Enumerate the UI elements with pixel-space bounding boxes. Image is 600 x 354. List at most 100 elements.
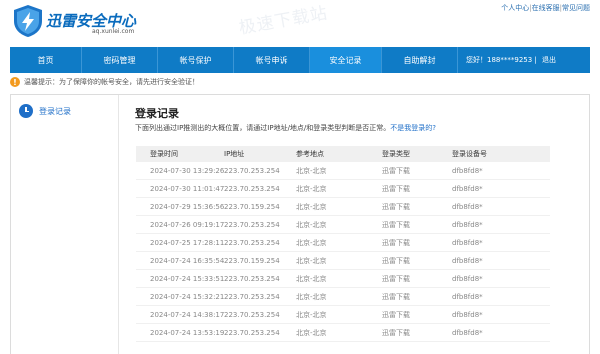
cell-time: 2024-07-30 13:29:26 <box>150 166 225 175</box>
logo-subtitle: aq.xunlei.com <box>92 28 135 35</box>
clock-icon <box>19 104 33 118</box>
not-me-link[interactable]: 不是我登录的? <box>390 124 436 132</box>
cell-device: dfb8fd8* <box>452 166 483 175</box>
cell-ip: 223.70.253.254 <box>224 274 280 283</box>
cell-time: 2024-07-25 17:28:11 <box>150 238 225 247</box>
column-header-type: 登录类型 <box>382 150 410 158</box>
cell-type: 迅雷下载 <box>382 202 410 211</box>
table-body: 2024-07-30 13:29:26 223.70.253.254 北京-北京 迅雷… <box>136 162 550 342</box>
user-greeting: 您好！188****9253 <box>466 56 533 64</box>
table-row: 2024-07-24 14:38:17 223.70.253.254 北京-北京 迅雷… <box>136 306 550 324</box>
cell-ip: 223.70.253.254 <box>224 184 280 193</box>
nav-item-account-appeal[interactable]: 帐号申诉 <box>234 47 310 73</box>
table-row: 2024-07-30 11:01:47 223.70.253.254 北京-北京 迅雷… <box>136 180 550 198</box>
table-row: 2024-07-24 16:35:54 223.70.159.254 北京-北京 迅雷… <box>136 252 550 270</box>
cell-location: 北京-北京 <box>296 256 327 265</box>
cell-time: 2024-07-26 09:19:17 <box>150 220 225 229</box>
watermark: 极速下载站 <box>237 3 330 39</box>
table-row: 2024-07-25 17:28:11 223.70.253.254 北京-北京 迅雷… <box>136 234 550 252</box>
nav-item-self-unblock[interactable]: 自助解封 <box>382 47 458 73</box>
cell-device: dfb8fd8* <box>452 184 483 193</box>
cell-device: dfb8fd8* <box>452 220 483 229</box>
table-row: 2024-07-24 15:32:21 223.70.253.254 北京-北京 迅雷… <box>136 288 550 306</box>
page-description: 下面列出通过IP推测出的大概位置，请通过IP地址/地点/和登录类型判断是否正常。… <box>135 123 575 133</box>
logo[interactable]: 迅雷安全中心 aq.xunlei.com <box>12 4 142 40</box>
cell-type: 迅雷下载 <box>382 220 410 229</box>
cell-type: 迅雷下载 <box>382 184 410 193</box>
main-content: 登录记录 下面列出通过IP推测出的大概位置，请通过IP地址/地点/和登录类型判断… <box>135 105 575 133</box>
table-row: 2024-07-26 09:19:17 223.70.253.254 北京-北京 迅雷… <box>136 216 550 234</box>
cell-location: 北京-北京 <box>296 274 327 283</box>
cell-type: 迅雷下载 <box>382 310 410 319</box>
cell-location: 北京-北京 <box>296 292 327 301</box>
top-link-online-service[interactable]: 在线客服 <box>532 4 560 12</box>
cell-ip: 223.70.253.254 <box>224 292 280 301</box>
top-links: 个人中心|在线客服|常见问题 <box>501 3 590 13</box>
thunder-logo-icon <box>14 5 42 37</box>
cell-type: 迅雷下载 <box>382 238 410 247</box>
table-row: 2024-07-24 15:33:51 223.70.253.254 北京-北京 迅雷… <box>136 270 550 288</box>
user-info: 您好！188****9253 | 退出 <box>458 47 590 73</box>
cell-location: 北京-北京 <box>296 184 327 193</box>
cell-ip: 223.70.253.254 <box>224 328 280 337</box>
cell-type: 迅雷下载 <box>382 274 410 283</box>
description-text: 下面列出通过IP推测出的大概位置，请通过IP地址/地点/和登录类型判断是否正常。 <box>135 124 391 132</box>
nav-item-security-records[interactable]: 安全记录 <box>310 47 382 73</box>
cell-location: 北京-北京 <box>296 238 327 247</box>
cell-device: dfb8fd8* <box>452 256 483 265</box>
notice-text: 温馨提示：为了保障你的帐号安全，请先进行安全验证！ <box>24 78 199 86</box>
login-records-table: 登录时间 IP地址 参考地点 登录类型 登录设备号 2024-07-30 13:… <box>136 146 550 342</box>
cell-ip: 223.70.253.254 <box>224 220 280 229</box>
nav-item-home[interactable]: 首页 <box>10 47 82 73</box>
sidebar: 登录记录 <box>11 95 119 354</box>
page-title: 登录记录 <box>135 107 179 120</box>
column-header-time: 登录时间 <box>150 150 178 158</box>
header: 迅雷安全中心 aq.xunlei.com 极速下载站 个人中心|在线客服|常见问… <box>0 0 600 46</box>
cell-type: 迅雷下载 <box>382 292 410 301</box>
column-header-location: 参考地点 <box>296 150 324 158</box>
cell-type: 迅雷下载 <box>382 166 410 175</box>
cell-ip: 223.70.253.254 <box>224 166 280 175</box>
sidebar-item-login-records[interactable]: 登录记录 <box>19 103 71 119</box>
nav-item-password[interactable]: 密码管理 <box>82 47 158 73</box>
cell-type: 迅雷下载 <box>382 256 410 265</box>
table-row: 2024-07-24 13:53:19 223.70.253.254 北京-北京 迅雷… <box>136 324 550 342</box>
cell-time: 2024-07-24 15:32:21 <box>150 292 225 301</box>
cell-device: dfb8fd8* <box>452 238 483 247</box>
sidebar-item-label: 登录记录 <box>39 106 71 116</box>
cell-location: 北京-北京 <box>296 310 327 319</box>
top-link-faq[interactable]: 常见问题 <box>562 4 590 12</box>
table-row: 2024-07-29 15:36:56 223.70.159.254 北京-北京 迅雷… <box>136 198 550 216</box>
cell-device: dfb8fd8* <box>452 328 483 337</box>
nav-item-account-protection[interactable]: 帐号保护 <box>158 47 234 73</box>
cell-device: dfb8fd8* <box>452 310 483 319</box>
logout-link[interactable]: 退出 <box>542 55 556 65</box>
cell-device: dfb8fd8* <box>452 202 483 211</box>
main-nav: 首页 密码管理 帐号保护 帐号申诉 安全记录 自助解封 您好！188****92… <box>10 47 590 73</box>
cell-location: 北京-北京 <box>296 166 327 175</box>
table-header: 登录时间 IP地址 参考地点 登录类型 登录设备号 <box>136 146 550 162</box>
cell-time: 2024-07-24 16:35:54 <box>150 256 225 265</box>
cell-ip: 223.70.253.254 <box>224 310 280 319</box>
cell-time: 2024-07-29 15:36:56 <box>150 202 225 211</box>
cell-device: dfb8fd8* <box>452 274 483 283</box>
table-row: 2024-07-30 13:29:26 223.70.253.254 北京-北京 迅雷… <box>136 162 550 180</box>
column-header-device: 登录设备号 <box>452 150 487 158</box>
warning-icon: ! <box>10 77 20 87</box>
cell-device: dfb8fd8* <box>452 292 483 301</box>
cell-time: 2024-07-24 13:53:19 <box>150 328 225 337</box>
user-separator: | <box>532 56 539 64</box>
cell-time: 2024-07-24 14:38:17 <box>150 310 225 319</box>
cell-time: 2024-07-30 11:01:47 <box>150 184 225 193</box>
cell-location: 北京-北京 <box>296 202 327 211</box>
cell-location: 北京-北京 <box>296 220 327 229</box>
cell-location: 北京-北京 <box>296 328 327 337</box>
notice-bar: ! 温馨提示：为了保障你的帐号安全，请先进行安全验证！ <box>10 76 199 88</box>
column-header-ip: IP地址 <box>224 150 245 158</box>
cell-time: 2024-07-24 15:33:51 <box>150 274 225 283</box>
cell-type: 迅雷下载 <box>382 328 410 337</box>
cell-ip: 223.70.253.254 <box>224 238 280 247</box>
top-link-personal-center[interactable]: 个人中心 <box>501 4 529 12</box>
cell-ip: 223.70.159.254 <box>224 202 280 211</box>
cell-ip: 223.70.159.254 <box>224 256 280 265</box>
